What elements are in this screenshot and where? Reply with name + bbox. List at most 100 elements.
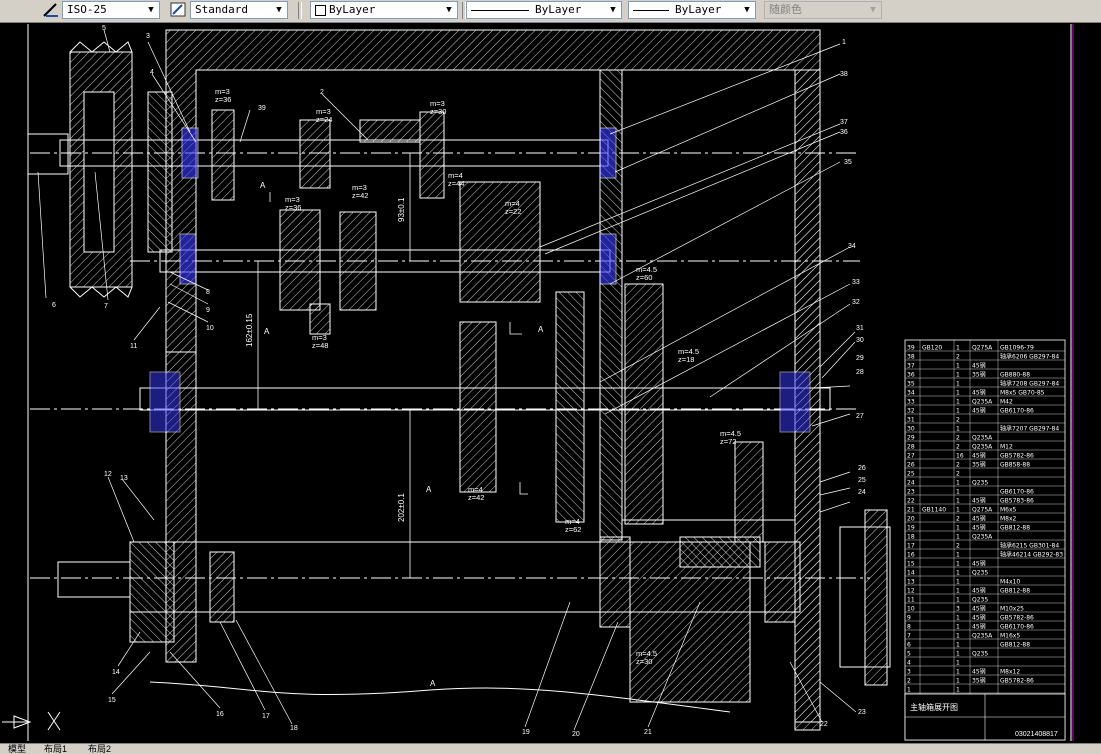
gear-note: z=60: [636, 273, 652, 282]
gear-note: z=30: [636, 657, 652, 666]
bom-cell: 1: [956, 426, 960, 433]
gear-note: z=42: [468, 493, 484, 502]
gear-note: z=18: [678, 355, 694, 364]
bom-cell: GB858-88: [1000, 462, 1030, 469]
callout-number: 11: [130, 343, 137, 350]
bom-cell: 2: [907, 678, 911, 685]
section-label: A: [538, 325, 544, 334]
bom-cell: Q235A: [972, 633, 993, 640]
bom-cell: GB812-88: [1000, 525, 1030, 532]
bom-cell: 1: [956, 408, 960, 415]
bom-cell: 45钢: [972, 560, 986, 568]
bom-cell: 4: [907, 660, 911, 667]
bom-cell: 1: [956, 633, 960, 640]
bom-cell: GB5782-86: [1000, 678, 1034, 685]
layer-select[interactable]: ByLayer ▼: [310, 1, 458, 19]
gear-note: z=62: [565, 525, 581, 534]
callout-number: 25: [858, 477, 866, 484]
callout-number: 39: [258, 105, 266, 112]
drawing-canvas[interactable]: 93±0.1 162±0.15 202±0.1 m=3 z=36 m=3 z=2…: [0, 22, 1101, 743]
color-select[interactable]: 随颜色 ▼: [764, 1, 882, 19]
bom-cell: 轴承46214 GB292-83: [1000, 551, 1063, 559]
callout-number: 37: [840, 119, 848, 126]
bom-cell: 1: [956, 561, 960, 568]
callout-number: 18: [290, 725, 298, 732]
bom-cell: 2: [956, 516, 960, 523]
callout-number: 5: [102, 25, 106, 32]
gear-note: z=48: [312, 341, 328, 350]
lineweight-select[interactable]: ByLayer ▼: [628, 1, 756, 19]
bom-cell: 24: [907, 480, 915, 487]
callout-number: 7: [104, 303, 108, 310]
callout-number: 19: [522, 729, 530, 736]
bom-cell: 1: [956, 399, 960, 406]
callout-number: 29: [856, 355, 864, 362]
bom-cell: 30: [907, 426, 915, 433]
bom-cell: 45钢: [972, 605, 986, 613]
textstyle-select[interactable]: Standard ▼: [190, 1, 288, 19]
bom-cell: 35钢: [972, 371, 986, 379]
bom-cell: 1: [956, 363, 960, 370]
bom-cell: M12: [1000, 444, 1013, 451]
callout-number: 38: [840, 71, 848, 78]
bom-cell: 2: [956, 435, 960, 442]
bom-cell: 35钢: [972, 461, 986, 469]
bom-cell: 轴承7207 GB297-84: [1000, 425, 1059, 433]
bom-cell: 1: [956, 345, 960, 352]
dimension-style-icon[interactable]: [42, 2, 60, 18]
bom-cell: 16: [907, 552, 915, 559]
bom-cell: 1: [956, 390, 960, 397]
bom-cell: 39: [907, 345, 915, 352]
bom-cell: 轴承6206 GB297-84: [1000, 353, 1059, 361]
bom-cell: 45钢: [972, 614, 986, 622]
linetype-select[interactable]: ByLayer ▼: [466, 1, 622, 19]
callout-number: 35: [844, 159, 852, 166]
bom-cell: 轴承7208 GB297-84: [1000, 380, 1059, 388]
dimstyle-select[interactable]: ISO-25 ▼: [62, 1, 160, 19]
bom-cell: 1: [956, 642, 960, 649]
bom-cell: 26: [907, 462, 915, 469]
bom-cell: 1: [956, 552, 960, 559]
bom-cell: 27: [907, 453, 915, 460]
callout-number: 26: [858, 465, 866, 472]
callout-number: 28: [856, 369, 864, 376]
bom-cell: 1: [956, 588, 960, 595]
callout-number: 16: [216, 711, 224, 718]
intermediate-shaft: [130, 181, 860, 335]
gear-note: z=22: [505, 207, 521, 216]
bom-cell: 2: [956, 543, 960, 550]
color-value: 随颜色: [769, 3, 802, 16]
bom-cell: 2: [956, 444, 960, 451]
bom-cell: GB120: [922, 345, 942, 352]
chevron-down-icon: ▼: [744, 5, 750, 15]
bom-cell: 6: [907, 642, 911, 649]
bom-cell: 18: [907, 534, 915, 541]
bom-cell: 1: [956, 381, 960, 388]
bom-cell: 1: [956, 534, 960, 541]
chevron-down-icon: ▼: [446, 5, 452, 15]
bom-cell: 11: [907, 597, 915, 604]
bom-cell: 轴承6215 GB301-84: [1000, 542, 1059, 550]
bom-cell: 2: [956, 354, 960, 361]
bom-cell: 28: [907, 444, 915, 451]
callout-number: 23: [858, 709, 866, 716]
bom-cell: 1: [956, 624, 960, 631]
bom-cell: GB6170-86: [1000, 624, 1034, 631]
text-style-icon[interactable]: [170, 2, 188, 18]
bom-cell: 23: [907, 489, 915, 496]
callout-number: 17: [262, 713, 270, 720]
bom-cell: GB5782-86: [1000, 615, 1034, 622]
bom-cell: Q235A: [972, 534, 993, 541]
callout-number: 8: [206, 289, 210, 296]
bom-cell: 14: [907, 570, 915, 577]
bom-cell: 3: [907, 669, 911, 676]
bom-cell: 15: [907, 561, 915, 568]
bom-cell: 1: [956, 669, 960, 676]
toolbar-separator: [298, 2, 302, 19]
dimension-text: 162±0.15: [245, 313, 254, 347]
bom-cell: 1: [956, 678, 960, 685]
color-swatch-icon: [315, 4, 326, 16]
bom-cell: 13: [907, 579, 915, 586]
bom-cell: 1: [956, 525, 960, 532]
bom-cell: Q235A: [972, 444, 993, 451]
